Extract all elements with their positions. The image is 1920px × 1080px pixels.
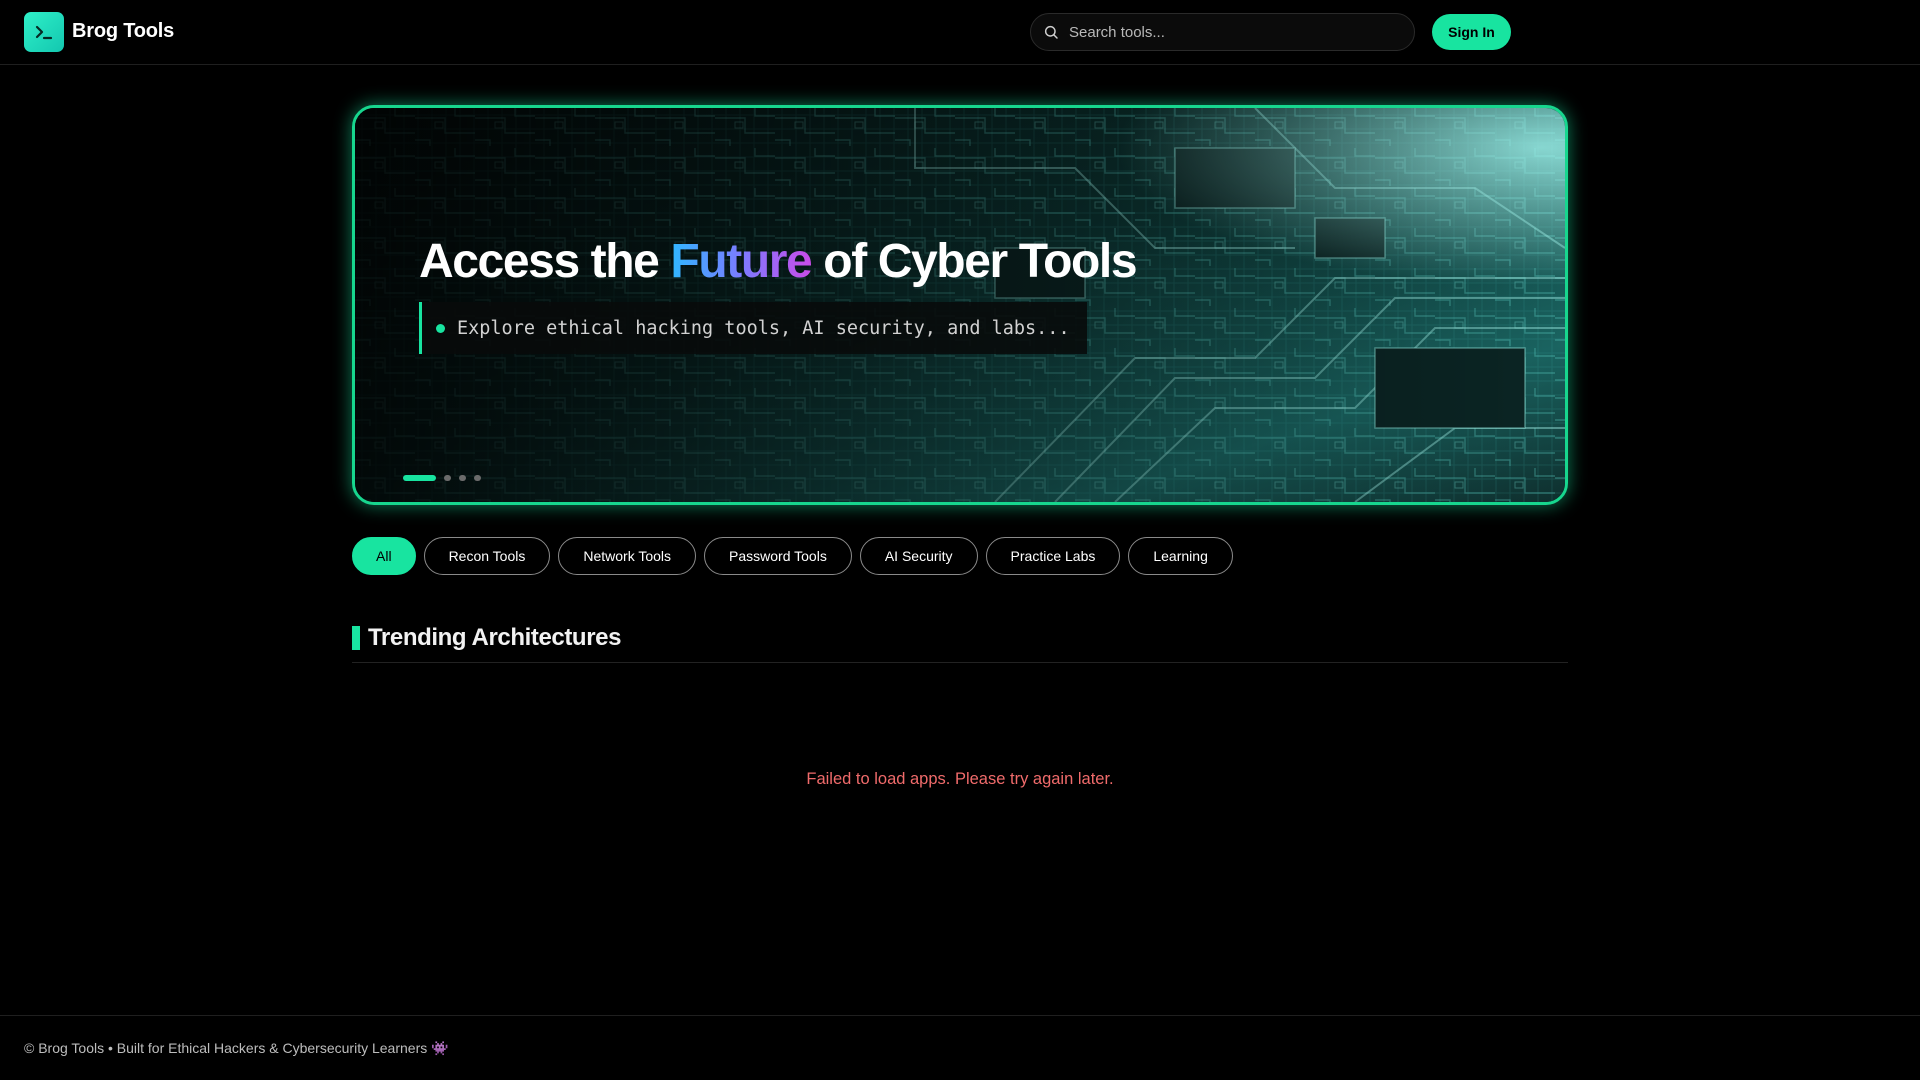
category-filters: All Recon Tools Network Tools Password T… bbox=[352, 537, 1233, 575]
section-header: Trending Architectures bbox=[352, 624, 622, 651]
carousel-dot-4[interactable] bbox=[474, 475, 481, 481]
carousel-dot-2[interactable] bbox=[444, 475, 451, 481]
filter-all[interactable]: All bbox=[352, 537, 416, 575]
sign-in-button[interactable]: Sign In bbox=[1432, 14, 1511, 50]
hero-subtitle: Explore ethical hacking tools, AI securi… bbox=[457, 317, 1070, 339]
error-message: Failed to load apps. Please try again la… bbox=[806, 770, 1114, 788]
footer: © Brog Tools • Built for Ethical Hackers… bbox=[0, 1015, 1920, 1080]
carousel-dot-1[interactable] bbox=[403, 475, 436, 481]
carousel-indicators bbox=[403, 475, 481, 481]
search-icon bbox=[1044, 25, 1058, 39]
section-divider bbox=[352, 662, 1568, 663]
section-title: Trending Architectures bbox=[368, 624, 622, 651]
search-input[interactable] bbox=[1069, 23, 1389, 41]
footer-text: © Brog Tools • Built for Ethical Hackers… bbox=[24, 1040, 449, 1056]
top-nav: Brog Tools Sign In bbox=[0, 0, 1920, 65]
filter-learning[interactable]: Learning bbox=[1128, 537, 1233, 575]
logo[interactable] bbox=[24, 12, 64, 52]
filter-network-tools[interactable]: Network Tools bbox=[558, 537, 697, 575]
carousel-dot-3[interactable] bbox=[459, 475, 466, 481]
filter-password-tools[interactable]: Password Tools bbox=[704, 537, 852, 575]
filter-practice-labs[interactable]: Practice Labs bbox=[985, 537, 1121, 575]
hero-title-accent: Future bbox=[670, 235, 812, 288]
status-dot-icon bbox=[436, 323, 445, 333]
hero-banner: Access the Future of Cyber Tools Explore… bbox=[352, 105, 1568, 505]
filter-ai-security[interactable]: AI Security bbox=[859, 537, 978, 575]
brand-name[interactable]: Brog Tools bbox=[72, 20, 174, 43]
hero-title: Access the Future of Cyber Tools bbox=[419, 235, 1138, 288]
hero-subtitle-box: Explore ethical hacking tools, AI securi… bbox=[419, 302, 1087, 354]
section-accent-bar bbox=[352, 626, 360, 650]
filter-recon-tools[interactable]: Recon Tools bbox=[423, 537, 551, 575]
search-box[interactable] bbox=[1030, 13, 1415, 51]
terminal-prompt-icon bbox=[35, 25, 53, 40]
